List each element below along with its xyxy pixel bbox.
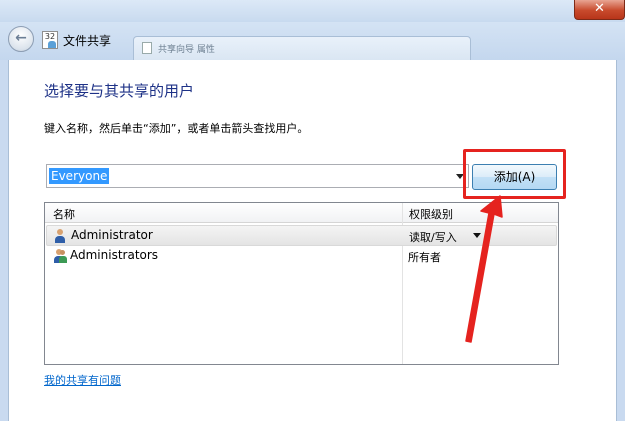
chevron-down-icon[interactable]: [473, 233, 481, 238]
list-item-name: Administrator: [71, 228, 153, 242]
document-icon: [142, 42, 152, 54]
sharing-wizard-icon: 32: [42, 31, 58, 49]
permission-level-text: 所有者: [408, 251, 441, 264]
user-icon: [53, 229, 67, 243]
list-item-name: Administrators: [70, 248, 159, 262]
group-icon: [52, 249, 67, 263]
column-header-permission[interactable]: 权限级别: [409, 206, 453, 222]
instructions-text: 键入名称，然后单击“添加”，或者单击箭头查找用户。: [44, 122, 309, 135]
content-panel: 选择要与其共享的用户 键入名称，然后单击“添加”，或者单击箭头查找用户。 Eve…: [8, 60, 617, 421]
user-name-combobox[interactable]: Everyone: [46, 164, 469, 188]
background-window-title: 共享向导 属性: [158, 45, 215, 55]
add-button[interactable]: 添加(A): [472, 164, 557, 190]
list-item-administrator[interactable]: Administrator 读取/写入: [46, 225, 557, 246]
navigation-bar: ← 32 文件共享 共享向导 属性: [0, 22, 625, 60]
window-title: 文件共享: [63, 34, 112, 48]
background-window: 共享向导 属性: [133, 36, 471, 60]
list-item-administrators[interactable]: Administrators 所有者: [46, 246, 557, 267]
permission-level-dropdown[interactable]: 读取/写入: [409, 229, 457, 245]
list-header: 名称 权限级别: [45, 203, 558, 223]
user-name-input[interactable]: Everyone: [49, 168, 110, 184]
back-button[interactable]: ←: [8, 26, 34, 52]
ghost-title: [88, 1, 158, 11]
user-permission-list: 名称 权限级别 Administrator 读取/写入 Administrato…: [44, 202, 559, 365]
column-header-name[interactable]: 名称: [53, 206, 75, 222]
back-arrow-icon: ←: [15, 30, 27, 46]
page-title: 选择要与其共享的用户: [44, 82, 195, 100]
help-link[interactable]: 我的共享有问题: [44, 372, 121, 388]
close-button[interactable]: ✕: [574, 0, 625, 20]
title-bar: ✕: [0, 0, 625, 22]
close-icon: ✕: [594, 1, 605, 16]
